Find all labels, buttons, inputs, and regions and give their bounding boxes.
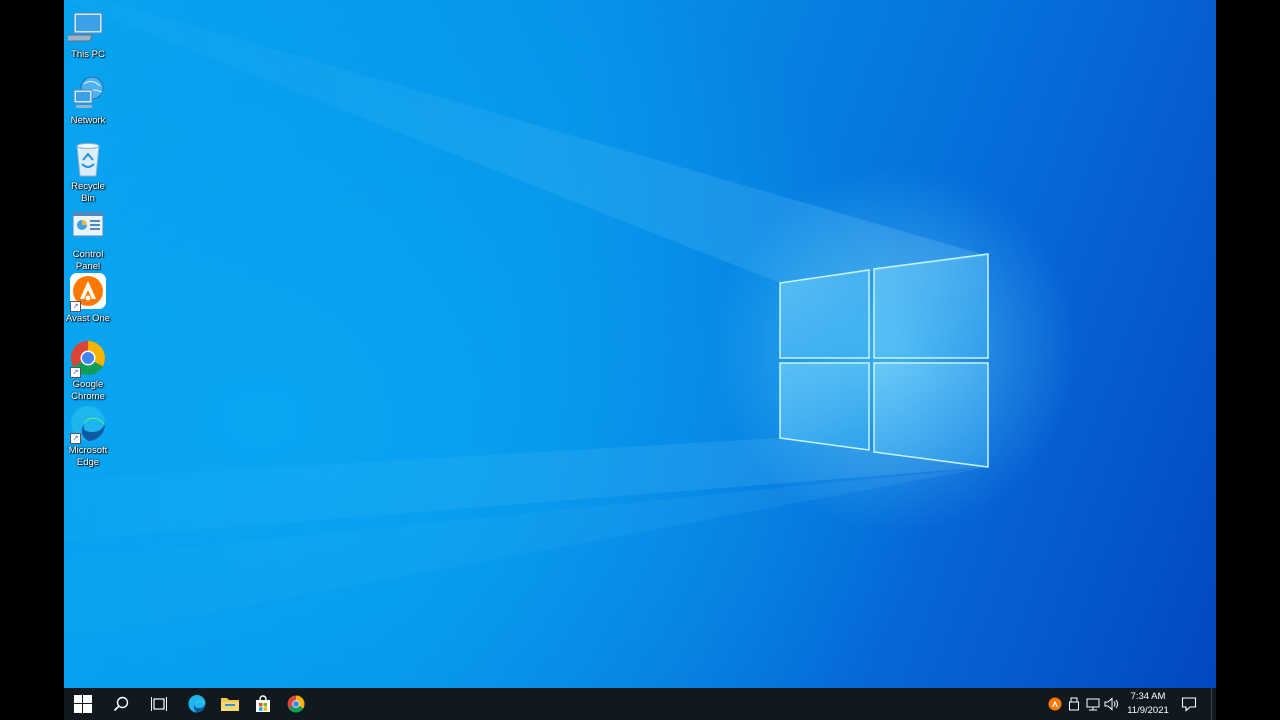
screen: This PC Network Recycle Bin Control Pane… — [64, 0, 1216, 720]
desktop-icon-this-pc[interactable]: This PC — [64, 8, 112, 61]
desktop-icon-avast-one[interactable]: ↗ Avast One — [64, 272, 112, 325]
task-view-icon — [151, 697, 167, 711]
network-tray-icon — [1086, 698, 1100, 711]
tray-network-button[interactable] — [1084, 688, 1102, 720]
edge-icon — [188, 694, 206, 713]
this-pc-icon — [65, 8, 108, 48]
taskbar: 7:34 AM 11/9/2021 — [64, 688, 1216, 720]
desktop-icon-network[interactable]: Network — [64, 74, 112, 127]
chrome-icon — [287, 695, 305, 713]
start-button[interactable] — [66, 688, 100, 720]
network-icon — [68, 74, 108, 114]
start-icon — [74, 695, 92, 713]
tray-clock[interactable]: 7:34 AM 11/9/2021 — [1118, 688, 1178, 720]
search-icon — [113, 696, 129, 712]
taskbar-edge-button[interactable] — [180, 688, 214, 720]
desktop-icon-label: Google Chrome — [71, 379, 105, 402]
tray-avast-button[interactable] — [1046, 688, 1064, 720]
desktop-icon-label: This PC — [71, 49, 105, 60]
store-icon — [256, 695, 270, 712]
recycle-bin-icon — [68, 140, 108, 180]
usb-icon — [1069, 697, 1079, 711]
desktop[interactable]: This PC Network Recycle Bin Control Pane… — [64, 0, 1216, 688]
desktop-icon-google-chrome[interactable]: ↗ Google Chrome — [64, 338, 112, 403]
desktop-icon-label: Avast One — [65, 313, 111, 324]
action-center-button[interactable] — [1172, 688, 1206, 720]
task-view-button[interactable] — [142, 688, 176, 720]
desktop-icon-label: Network — [70, 115, 106, 126]
chrome-icon: ↗ — [68, 338, 108, 378]
shortcut-arrow-icon: ↗ — [70, 367, 81, 378]
desktop-icon-recycle-bin[interactable]: Recycle Bin — [64, 140, 112, 205]
shortcut-arrow-icon: ↗ — [70, 301, 81, 312]
windows-wallpaper-logo — [64, 0, 989, 640]
taskbar-file-explorer-button[interactable] — [213, 688, 247, 720]
avast-tray-icon — [1048, 697, 1062, 711]
desktop-icon-label: Control Panel — [72, 249, 104, 272]
edge-icon: ↗ — [68, 404, 108, 444]
avast-one-icon: ↗ — [68, 272, 108, 312]
desktop-icon-control-panel[interactable]: Control Panel — [64, 208, 112, 273]
tray-usb-button[interactable] — [1065, 688, 1083, 720]
search-button[interactable] — [104, 688, 138, 720]
desktop-icon-label: Recycle Bin — [71, 181, 105, 204]
control-panel-icon — [68, 208, 108, 248]
taskbar-store-button[interactable] — [246, 688, 280, 720]
shortcut-arrow-icon: ↗ — [70, 433, 81, 444]
taskbar-chrome-button[interactable] — [279, 688, 313, 720]
desktop-icon-label: Microsoft Edge — [68, 445, 108, 468]
file-explorer-icon — [221, 698, 239, 711]
show-desktop-button[interactable] — [1211, 688, 1216, 720]
clock-date: 11/9/2021 — [1127, 705, 1169, 716]
clock-time: 7:34 AM — [1130, 691, 1166, 702]
action-center-icon — [1181, 697, 1197, 712]
desktop-icon-microsoft-edge[interactable]: ↗ Microsoft Edge — [64, 404, 112, 469]
